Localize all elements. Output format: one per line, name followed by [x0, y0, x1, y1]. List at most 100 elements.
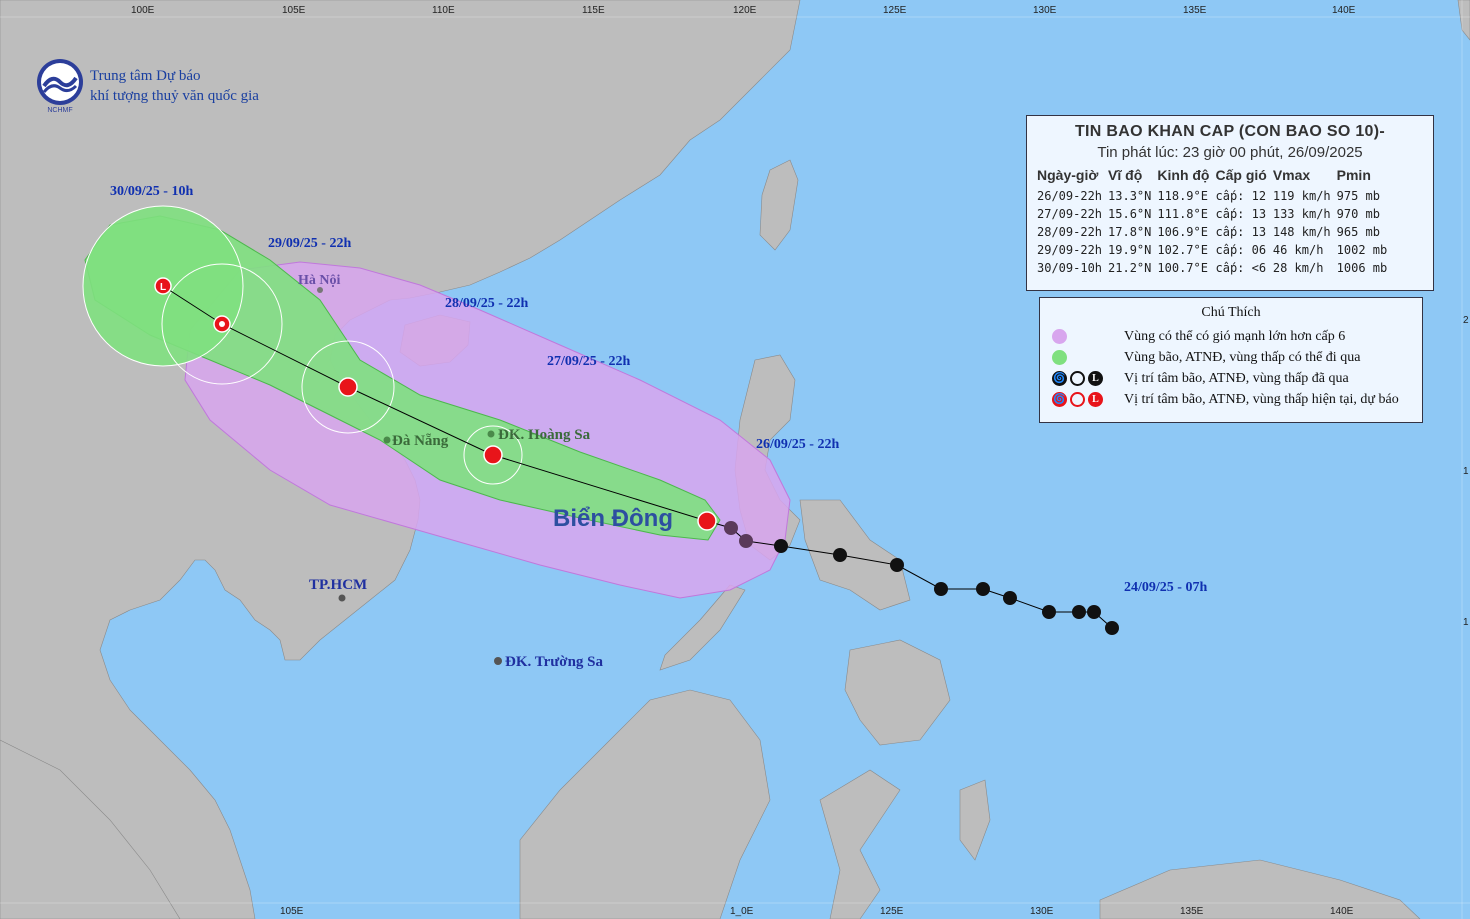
- cell: 106.9°E: [1157, 225, 1208, 239]
- cyclone-icon: 🌀: [1052, 371, 1067, 386]
- cell: 970 mb: [1336, 207, 1380, 221]
- cell: cấp: 06: [1215, 243, 1267, 257]
- label-30-09: 30/09/25 - 10h: [110, 184, 194, 199]
- city-hcm: TP.HCM: [309, 577, 368, 593]
- bottom-tick-105e: 105E: [280, 906, 304, 917]
- cell: 30/09-10h: [1037, 261, 1103, 275]
- cell: cấp: 12: [1215, 189, 1267, 203]
- cell: 1006 mb: [1336, 261, 1388, 275]
- cell: 133 km/h: [1272, 207, 1331, 221]
- top-tick-140e: 140E: [1332, 5, 1356, 16]
- bulletin-issued: Tin phát lúc: 23 giờ 00 phút, 26/09/2025: [1097, 144, 1363, 161]
- right-tick: 1: [1463, 466, 1469, 477]
- legend-label: Vùng bão, ATNĐ, vùng thấp có thể đi qua: [1124, 349, 1361, 365]
- bottom-tick-140e: 140E: [1330, 906, 1354, 917]
- sea-label: Biển Đông: [553, 505, 673, 532]
- svg-text:NCHMF: NCHMF: [47, 107, 72, 114]
- top-tick-135e: 135E: [1183, 5, 1207, 16]
- table-row: 29/09-22h 19.9°N 102.7°E cấp: 06 46 km/h 1002…: [1037, 241, 1393, 259]
- cell: 19.9°N: [1108, 243, 1152, 257]
- top-tick-105e: 105E: [282, 5, 306, 16]
- cyclone-icon: 🌀: [1052, 392, 1067, 407]
- low-icon: L: [1088, 371, 1103, 386]
- cell: 26/09-22h: [1037, 189, 1103, 203]
- label-27-09: 27/09/25 - 22h: [547, 354, 631, 369]
- legend-item: Vùng có thể có gió mạnh lớn hơn cấp 6: [1040, 326, 1422, 347]
- low-icon: L: [1088, 392, 1103, 407]
- bulletin-box: TIN BAO KHAN CAP (CON BAO SO 10)- Tin ph…: [1026, 115, 1434, 291]
- table-header-row: Ngày-giờ Vĩ độ Kinh độ Cấp gió Vmax Pmin: [1037, 165, 1393, 187]
- col-lon: Kinh độ: [1157, 167, 1210, 183]
- legend-item: 🌀 L Vị trí tâm bão, ATNĐ, vùng thấp đã q…: [1040, 368, 1422, 389]
- cell: 28 km/h: [1272, 261, 1324, 275]
- purple-swatch-icon: [1052, 329, 1067, 344]
- cell: 100.7°E: [1157, 261, 1208, 275]
- cell: 15.6°N: [1108, 207, 1152, 221]
- bottom-tick-120e: 1_0E: [730, 906, 754, 917]
- cell: 27/09-22h: [1037, 207, 1103, 221]
- city-hanoi: Hà Nội: [298, 273, 341, 288]
- cell: 111.8°E: [1157, 207, 1208, 221]
- forecast-table: Ngày-giờ Vĩ độ Kinh độ Cấp gió Vmax Pmin…: [1037, 165, 1393, 277]
- col-wind-level: Cấp gió: [1215, 167, 1267, 183]
- agency-header: NCHMF Trung tâm Dự báo khí tượng thuỷ vă…: [36, 58, 259, 114]
- cell: 102.7°E: [1157, 243, 1208, 257]
- city-danang: Đà Nẵng: [392, 433, 449, 449]
- cell: 1002 mb: [1336, 243, 1388, 257]
- city-hoangsa: ĐK. Hoàng Sa: [498, 427, 591, 443]
- legend-item: Vùng bão, ATNĐ, vùng thấp có thể đi qua: [1040, 347, 1422, 368]
- col-pmin: Pmin: [1336, 167, 1371, 183]
- agency-name-line1: Trung tâm Dự báo: [90, 68, 201, 84]
- agency-name-line2: khí tượng thuỷ văn quốc gia: [90, 88, 259, 104]
- cell: 13.3°N: [1108, 189, 1152, 203]
- right-tick: 1: [1463, 617, 1469, 628]
- label-28-09: 28/09/25 - 22h: [445, 296, 529, 311]
- top-tick-110e: 110E: [432, 5, 455, 16]
- truongsa-dot: [494, 657, 502, 665]
- hcm-dot: [338, 594, 346, 602]
- cell: 29/09-22h: [1037, 243, 1103, 257]
- cell: 28/09-22h: [1037, 225, 1103, 239]
- cell: cấp: 13: [1215, 225, 1267, 239]
- top-tick-125e: 125E: [883, 5, 907, 16]
- top-tick-130e: 130E: [1033, 5, 1057, 16]
- table-row: 26/09-22h 13.3°N 118.9°E cấp: 12 119 km/h 975…: [1037, 187, 1393, 205]
- label-29-09: 29/09/25 - 22h: [268, 236, 352, 251]
- legend-item: 🌀 L Vị trí tâm bão, ATNĐ, vùng thấp hiện…: [1040, 389, 1422, 410]
- nchmf-logo: NCHMF: [37, 59, 83, 114]
- col-lat: Vĩ độ: [1108, 167, 1143, 183]
- cell: 21.2°N: [1108, 261, 1152, 275]
- cell: cấp: <6: [1215, 261, 1267, 275]
- city-truongsa: ĐK. Trường Sa: [505, 654, 604, 670]
- top-tick-100e: 100E: [131, 5, 155, 16]
- legend-label: Vị trí tâm bão, ATNĐ, vùng thấp đã qua: [1124, 370, 1349, 386]
- top-tick-115e: 115E: [582, 5, 605, 16]
- danang-dot: [383, 436, 391, 444]
- cell: 965 mb: [1336, 225, 1380, 239]
- cell: cấp: 13: [1215, 207, 1267, 221]
- cell: 46 km/h: [1272, 243, 1324, 257]
- label-24-09: 24/09/25 - 07h: [1124, 580, 1208, 595]
- ring-icon: [1070, 392, 1085, 407]
- hoangsa-dot: [487, 430, 495, 438]
- label-26-09: 26/09/25 - 22h: [756, 437, 840, 452]
- legend-title: Chú Thích: [1201, 305, 1261, 320]
- ring-icon: [1070, 371, 1085, 386]
- col-datetime: Ngày-giờ: [1037, 167, 1099, 183]
- cell: 119 km/h: [1272, 189, 1331, 203]
- bottom-tick-130e: 130E: [1030, 906, 1054, 917]
- legend-label: Vùng có thể có gió mạnh lớn hơn cấp 6: [1124, 328, 1346, 344]
- cell: 148 km/h: [1272, 225, 1331, 239]
- legend-label: Vị trí tâm bão, ATNĐ, vùng thấp hiện tại…: [1124, 391, 1399, 407]
- legend-box: Chú Thích Vùng có thể có gió mạnh lớn hơ…: [1039, 297, 1423, 423]
- bottom-tick-125e: 125E: [880, 906, 904, 917]
- table-row: 27/09-22h 15.6°N 111.8°E cấp: 13 133 km/h 970…: [1037, 205, 1393, 223]
- cell: 118.9°E: [1157, 189, 1208, 203]
- top-tick-120e: 120E: [733, 5, 757, 16]
- low-pressure-marker: L: [160, 282, 166, 293]
- col-vmax: Vmax: [1272, 167, 1311, 183]
- cell: 975 mb: [1336, 189, 1380, 203]
- bottom-tick-135e: 135E: [1180, 906, 1204, 917]
- table-row: 30/09-10h 21.2°N 100.7°E cấp: <6 28 km/h 1006…: [1037, 259, 1393, 277]
- cell: 17.8°N: [1108, 225, 1152, 239]
